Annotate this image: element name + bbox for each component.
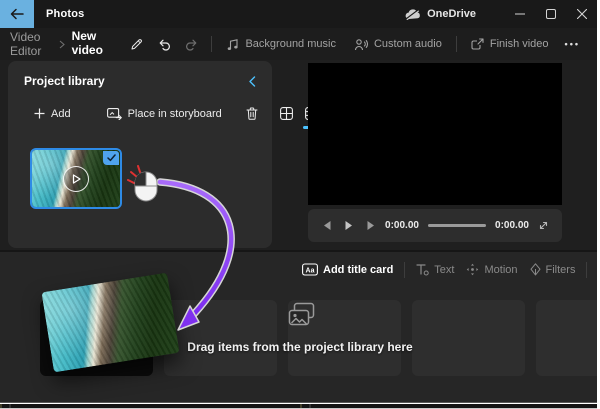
background-music-label: Background music (245, 38, 336, 50)
maximize-button[interactable] (535, 0, 566, 28)
title-bar: Photos OneDrive (0, 0, 597, 28)
maximize-icon (545, 9, 556, 19)
close-button[interactable] (566, 0, 597, 28)
storyboard-section: Aa Add title card Text Motion Filters Dr… (0, 250, 597, 402)
music-note-icon (228, 38, 239, 50)
rename-project-button[interactable] (123, 34, 150, 55)
storyboard-slot-4[interactable] (412, 300, 525, 376)
window-controls (504, 0, 597, 28)
divider (404, 261, 406, 278)
background-music-button[interactable]: Background music (217, 33, 345, 56)
custom-audio-button[interactable]: Custom audio (345, 33, 451, 56)
finish-video-label: Finish video (489, 38, 549, 50)
title-card-icon: Aa (302, 263, 318, 276)
expand-icon (539, 221, 547, 230)
seek-bar[interactable] (428, 224, 486, 227)
custom-audio-label: Custom audio (373, 38, 442, 50)
project-library-panel: Project library Add Place in storyboard (8, 61, 320, 248)
editor-main-area: Project library Add Place in storyboard … (0, 60, 597, 250)
add-label: Add (51, 107, 71, 120)
add-button[interactable]: Add (28, 104, 77, 124)
play-button[interactable] (338, 214, 360, 238)
clip-selected-checkbox[interactable] (103, 151, 119, 165)
place-in-storyboard-label: Place in storyboard (127, 107, 222, 120)
motion-icon (467, 263, 479, 276)
more-dots-icon: ••• (564, 39, 580, 49)
elapsed-time: 0:00.00 (385, 220, 419, 231)
video-preview[interactable] (308, 63, 562, 205)
filters-tool-label: Filters (545, 263, 576, 276)
text-tool-label: Text (434, 263, 455, 276)
place-in-storyboard-icon (106, 107, 122, 120)
app-title: Photos (46, 8, 85, 20)
custom-audio-icon (354, 38, 368, 50)
onedrive-status[interactable]: OneDrive (405, 8, 476, 20)
play-overlay-icon (63, 165, 89, 192)
back-arrow-icon (10, 8, 24, 20)
checkmark-icon (106, 154, 116, 162)
dragged-clip-thumbnail[interactable] (41, 272, 180, 373)
more-options-button[interactable]: ••• (558, 35, 587, 53)
library-delete-button[interactable] (240, 103, 264, 124)
place-in-storyboard-button[interactable]: Place in storyboard (101, 104, 228, 124)
previous-frame-button[interactable] (316, 214, 338, 238)
filters-icon (530, 263, 541, 276)
undo-button[interactable] (150, 34, 178, 55)
divider (455, 36, 457, 52)
motion-tool-label: Motion (484, 263, 518, 276)
playback-controls: 0:00.00 0:00.00 (308, 209, 562, 242)
next-frame-icon (367, 221, 374, 230)
text-tool-button[interactable]: Text (410, 259, 460, 280)
fullscreen-button[interactable] (532, 214, 554, 238)
redo-button[interactable] (178, 34, 206, 55)
add-title-card-button[interactable]: Aa Add title card (296, 259, 399, 280)
undo-icon (160, 39, 171, 51)
project-library-header: Project library (8, 61, 272, 88)
large-grid-icon (279, 107, 293, 120)
photos-app-window: Photos OneDrive Video Editor New video B… (0, 0, 597, 403)
minimize-button[interactable] (504, 0, 535, 28)
storyboard-delete-button[interactable] (592, 259, 597, 280)
project-library-actions: Add Place in storyboard (8, 103, 320, 129)
large-grid-view-button[interactable] (274, 103, 299, 124)
project-library-title: Project library (24, 74, 105, 88)
divider (211, 36, 213, 52)
add-title-card-label: Add title card (323, 263, 394, 276)
text-tool-icon (416, 264, 429, 276)
previous-frame-icon (324, 221, 331, 230)
onedrive-label: OneDrive (427, 8, 476, 20)
total-duration: 0:00.00 (495, 220, 529, 231)
storyboard-slot-2[interactable] (164, 300, 277, 376)
filters-tool-button[interactable]: Filters (524, 259, 582, 280)
redo-icon (186, 39, 197, 51)
finish-video-icon (471, 37, 484, 50)
motion-tool-button[interactable]: Motion (460, 259, 523, 280)
close-icon (576, 9, 587, 19)
collapse-panel-chevron-icon[interactable] (248, 75, 256, 87)
storyboard-slot-5[interactable] (536, 300, 597, 376)
library-clip-thumbnail[interactable] (30, 148, 122, 209)
trash-icon (246, 107, 258, 120)
onedrive-cloud-icon (405, 8, 420, 20)
storyboard-slot-3[interactable] (288, 300, 401, 376)
minimize-icon (514, 13, 525, 15)
breadcrumb-video-editor[interactable]: Video Editor (10, 30, 52, 58)
storyboard-toolbar: Aa Add title card Text Motion Filters (296, 259, 597, 280)
breadcrumb-new-video[interactable]: New video (69, 29, 112, 65)
divider (586, 261, 588, 278)
pencil-icon (131, 38, 143, 49)
svg-text:Aa: Aa (306, 268, 315, 275)
back-button[interactable] (0, 0, 34, 28)
plus-icon (34, 108, 45, 119)
command-bar: Video Editor New video Background music … (0, 28, 597, 65)
command-bar-actions: Background music Custom audio Finish vid… (150, 33, 587, 56)
desktop-sliver (0, 404, 597, 409)
play-icon (345, 221, 352, 230)
finish-video-button[interactable]: Finish video (462, 33, 558, 56)
next-frame-button[interactable] (360, 214, 382, 238)
breadcrumb-chevron-icon (59, 40, 65, 49)
